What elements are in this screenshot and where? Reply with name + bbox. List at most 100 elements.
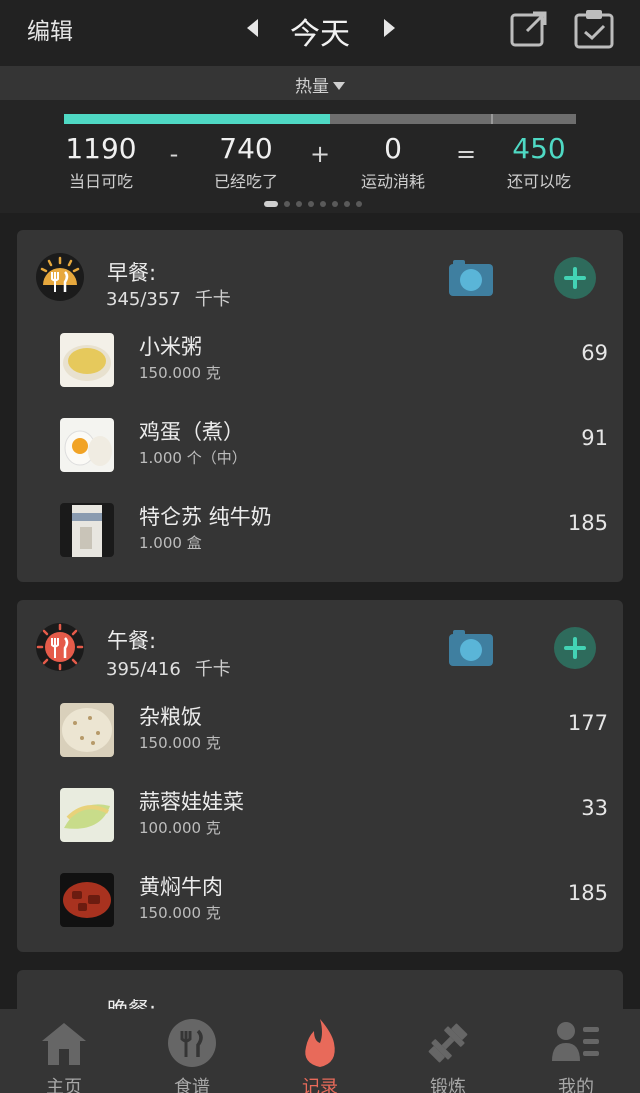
- lunch-sun-icon: [36, 623, 84, 671]
- operator-plus: +: [310, 140, 331, 168]
- meal-card-breakfast: 早餐: 345/357 千卡 小米粥 150.000 克 69 鸡蛋（煮） 1.0…: [17, 230, 623, 582]
- food-thumbnail: [60, 418, 114, 472]
- food-name: 蒜蓉娃娃菜: [139, 790, 244, 814]
- food-quantity: 150.000 克: [139, 364, 221, 382]
- food-quantity: 1.000 个（中）: [139, 449, 247, 467]
- bottom-tab-bar: 主页 食谱 记录 锻炼 我的: [0, 1009, 640, 1093]
- dumbbell-icon: [428, 1023, 468, 1063]
- food-row[interactable]: 小米粥 150.000 克 69: [17, 327, 623, 397]
- food-calories: 185: [567, 881, 608, 905]
- stat-value: 450: [512, 132, 566, 165]
- stat-label: 还可以吃: [506, 172, 571, 191]
- meal-kcal-unit: 千卡: [194, 289, 231, 310]
- page-dot-active[interactable]: [264, 201, 278, 207]
- clipboard-check-icon[interactable]: [572, 7, 616, 51]
- operator-minus: -: [169, 140, 179, 168]
- food-calories: 185: [567, 511, 608, 535]
- breakfast-sun-icon: [36, 253, 84, 301]
- food-calories: 33: [581, 796, 608, 820]
- top-bar: 编辑 今天: [0, 0, 640, 66]
- tab-records[interactable]: 记录: [256, 1009, 384, 1093]
- food-row[interactable]: 鸡蛋（煮） 1.000 个（中） 91: [17, 412, 623, 482]
- food-name: 特仑苏 纯牛奶: [139, 505, 272, 529]
- meal-calories: 395/416 千卡: [106, 655, 231, 681]
- add-food-button[interactable]: [554, 627, 596, 669]
- stat-remaining: 450 还可以吃: [479, 132, 599, 192]
- metric-label: 热量: [295, 77, 329, 97]
- page-dot[interactable]: [344, 201, 350, 207]
- food-thumbnail: [60, 703, 114, 757]
- previous-day-icon[interactable]: [240, 14, 266, 42]
- recipe-icon: [168, 1019, 216, 1067]
- meal-kcal-value: 395/416: [106, 659, 181, 680]
- garlic-cabbage-image: [60, 788, 114, 842]
- food-name: 小米粥: [139, 335, 202, 359]
- home-icon: [42, 1023, 86, 1065]
- tab-recipes[interactable]: 食谱: [128, 1009, 256, 1093]
- page-dot[interactable]: [320, 201, 326, 207]
- tab-label: 记录: [302, 1077, 338, 1093]
- food-row[interactable]: 黄焖牛肉 150.000 克 185: [17, 867, 623, 937]
- stat-label: 当日可吃: [68, 172, 133, 191]
- food-row[interactable]: 蒜蓉娃娃菜 100.000 克 33: [17, 782, 623, 852]
- camera-icon[interactable]: [447, 258, 495, 298]
- meal-card-lunch: 午餐: 395/416 千卡 杂粮饭 150.000 克 177 蒜蓉娃娃菜 10…: [17, 600, 623, 952]
- tab-profile[interactable]: 我的: [512, 1009, 640, 1093]
- stat-exercise: 0 运动消耗: [333, 132, 453, 192]
- stat-allowed: 1190 当日可吃: [41, 132, 161, 192]
- page-dot[interactable]: [296, 201, 302, 207]
- edit-button[interactable]: 编辑: [27, 12, 73, 46]
- meal-name: 早餐:: [107, 261, 157, 285]
- food-row[interactable]: 杂粮饭 150.000 克 177: [17, 697, 623, 767]
- metric-selector[interactable]: 热量: [0, 66, 640, 100]
- food-thumbnail: [60, 873, 114, 927]
- food-thumbnail: [60, 333, 114, 387]
- operator-equals: =: [456, 140, 477, 168]
- stat-eaten: 740 已经吃了: [186, 132, 306, 192]
- tab-label: 我的: [558, 1077, 594, 1093]
- stat-label: 已经吃了: [213, 172, 278, 191]
- calorie-progress-fill: [64, 114, 331, 124]
- milk-carton-image: [60, 503, 114, 557]
- meal-kcal-unit: 千卡: [194, 659, 231, 680]
- meal-calories: 345/357 千卡: [106, 285, 231, 311]
- tab-home[interactable]: 主页: [0, 1009, 128, 1093]
- food-thumbnail: [60, 503, 114, 557]
- food-calories: 177: [567, 711, 608, 735]
- millet-porridge-image: [60, 333, 114, 387]
- tab-label: 锻炼: [430, 1077, 466, 1093]
- stat-value: 1190: [65, 132, 137, 165]
- calorie-summary: 1190 当日可吃 - 740 已经吃了 + 0 运动消耗 = 450 还可以吃: [0, 100, 640, 213]
- food-name: 杂粮饭: [139, 705, 202, 729]
- camera-icon[interactable]: [447, 628, 495, 668]
- food-quantity: 100.000 克: [139, 819, 221, 837]
- braised-beef-image: [60, 873, 114, 927]
- food-quantity: 1.000 盒: [139, 534, 202, 552]
- food-calories: 69: [581, 341, 608, 365]
- food-quantity: 150.000 克: [139, 734, 221, 752]
- stat-value: 740: [219, 132, 273, 165]
- tab-exercise[interactable]: 锻炼: [384, 1009, 512, 1093]
- page-dot[interactable]: [284, 201, 290, 207]
- tab-label: 食谱: [174, 1077, 210, 1093]
- stat-value: 0: [384, 132, 402, 165]
- meal-kcal-value: 345/357: [106, 289, 181, 310]
- calorie-progress-bar: [64, 114, 576, 124]
- flame-icon: [305, 1019, 335, 1067]
- stat-label: 运动消耗: [360, 172, 425, 191]
- date-title: 今天: [290, 17, 350, 52]
- page-dot[interactable]: [332, 201, 338, 207]
- food-quantity: 150.000 克: [139, 904, 221, 922]
- tab-label: 主页: [46, 1077, 82, 1093]
- add-food-button[interactable]: [554, 257, 596, 299]
- progress-marker: [491, 114, 493, 124]
- meal-name: 午餐:: [107, 629, 157, 653]
- mixed-grain-rice-image: [60, 703, 114, 757]
- food-calories: 91: [581, 426, 608, 450]
- next-day-icon[interactable]: [376, 14, 402, 42]
- food-row[interactable]: 特仑苏 纯牛奶 1.000 盒 185: [17, 497, 623, 567]
- profile-icon: [552, 1022, 599, 1061]
- share-icon[interactable]: [509, 9, 549, 49]
- page-dot[interactable]: [356, 201, 362, 207]
- page-dot[interactable]: [308, 201, 314, 207]
